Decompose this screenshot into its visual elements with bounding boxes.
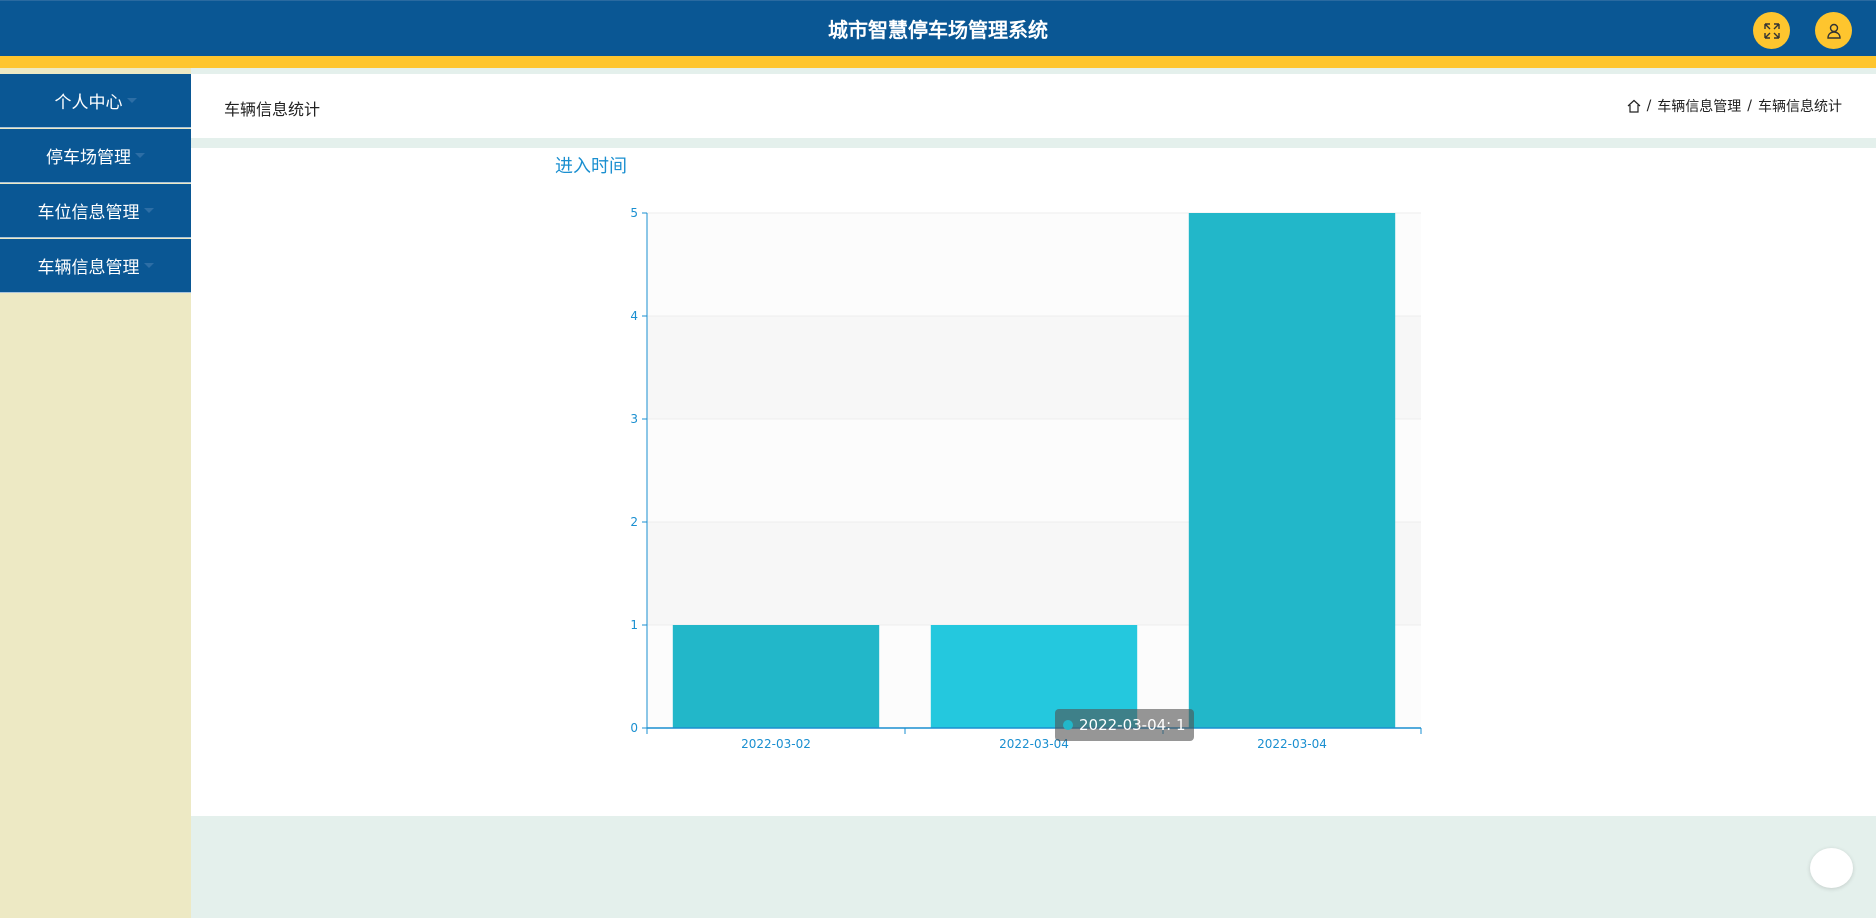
breadcrumb-separator: / — [1747, 98, 1752, 114]
floating-button[interactable] — [1810, 848, 1853, 888]
caret-down-icon — [135, 153, 145, 158]
sidebar-item-parking-lot[interactable]: 停车场管理 — [0, 129, 191, 183]
user-icon — [1826, 23, 1841, 39]
sidebar-item-label: 停车场管理 — [46, 148, 131, 168]
sidebar-item-personal-center[interactable]: 个人中心 — [0, 74, 191, 128]
breadcrumb-item[interactable]: 车辆信息管理 — [1657, 96, 1741, 116]
breadcrumb-bar: 车辆信息统计 / 车辆信息管理 / 车辆信息统计 — [191, 74, 1876, 138]
tooltip-text: 2022-03-04: 1 — [1079, 716, 1186, 734]
user-button[interactable] — [1815, 12, 1852, 49]
fullscreen-button[interactable] — [1753, 12, 1790, 49]
breadcrumb: / 车辆信息管理 / 车辆信息统计 — [1627, 96, 1842, 116]
sidebar-item-label: 车辆信息管理 — [37, 258, 140, 278]
chart-tooltip: 2022-03-04: 1 — [1055, 709, 1194, 741]
home-icon[interactable] — [1627, 99, 1641, 113]
sidebar-item-vehicle-info[interactable]: 车辆信息管理 — [0, 239, 191, 293]
header-accent-band — [0, 56, 1876, 68]
breadcrumb-item-current: 车辆信息统计 — [1758, 99, 1842, 115]
caret-down-icon — [143, 208, 154, 213]
breadcrumb-separator: / — [1646, 98, 1652, 114]
app-title: 城市智慧停车场管理系统 — [828, 18, 1048, 42]
app-header: 城市智慧停车场管理系统 — [0, 0, 1876, 56]
sidebar: 个人中心 停车场管理 车位信息管理 车辆信息管理 — [0, 68, 191, 918]
chart-title: 进入时间 — [555, 156, 627, 177]
content-panel — [191, 148, 1876, 816]
expand-icon — [1763, 22, 1780, 39]
caret-down-icon — [126, 98, 137, 103]
page-title: 车辆信息统计 — [224, 100, 321, 119]
sidebar-item-label: 车位信息管理 — [37, 203, 140, 223]
series-dot-icon — [1063, 720, 1073, 730]
sidebar-item-label: 个人中心 — [54, 93, 123, 113]
sidebar-item-space-info[interactable]: 车位信息管理 — [0, 184, 191, 238]
caret-down-icon — [143, 263, 154, 268]
